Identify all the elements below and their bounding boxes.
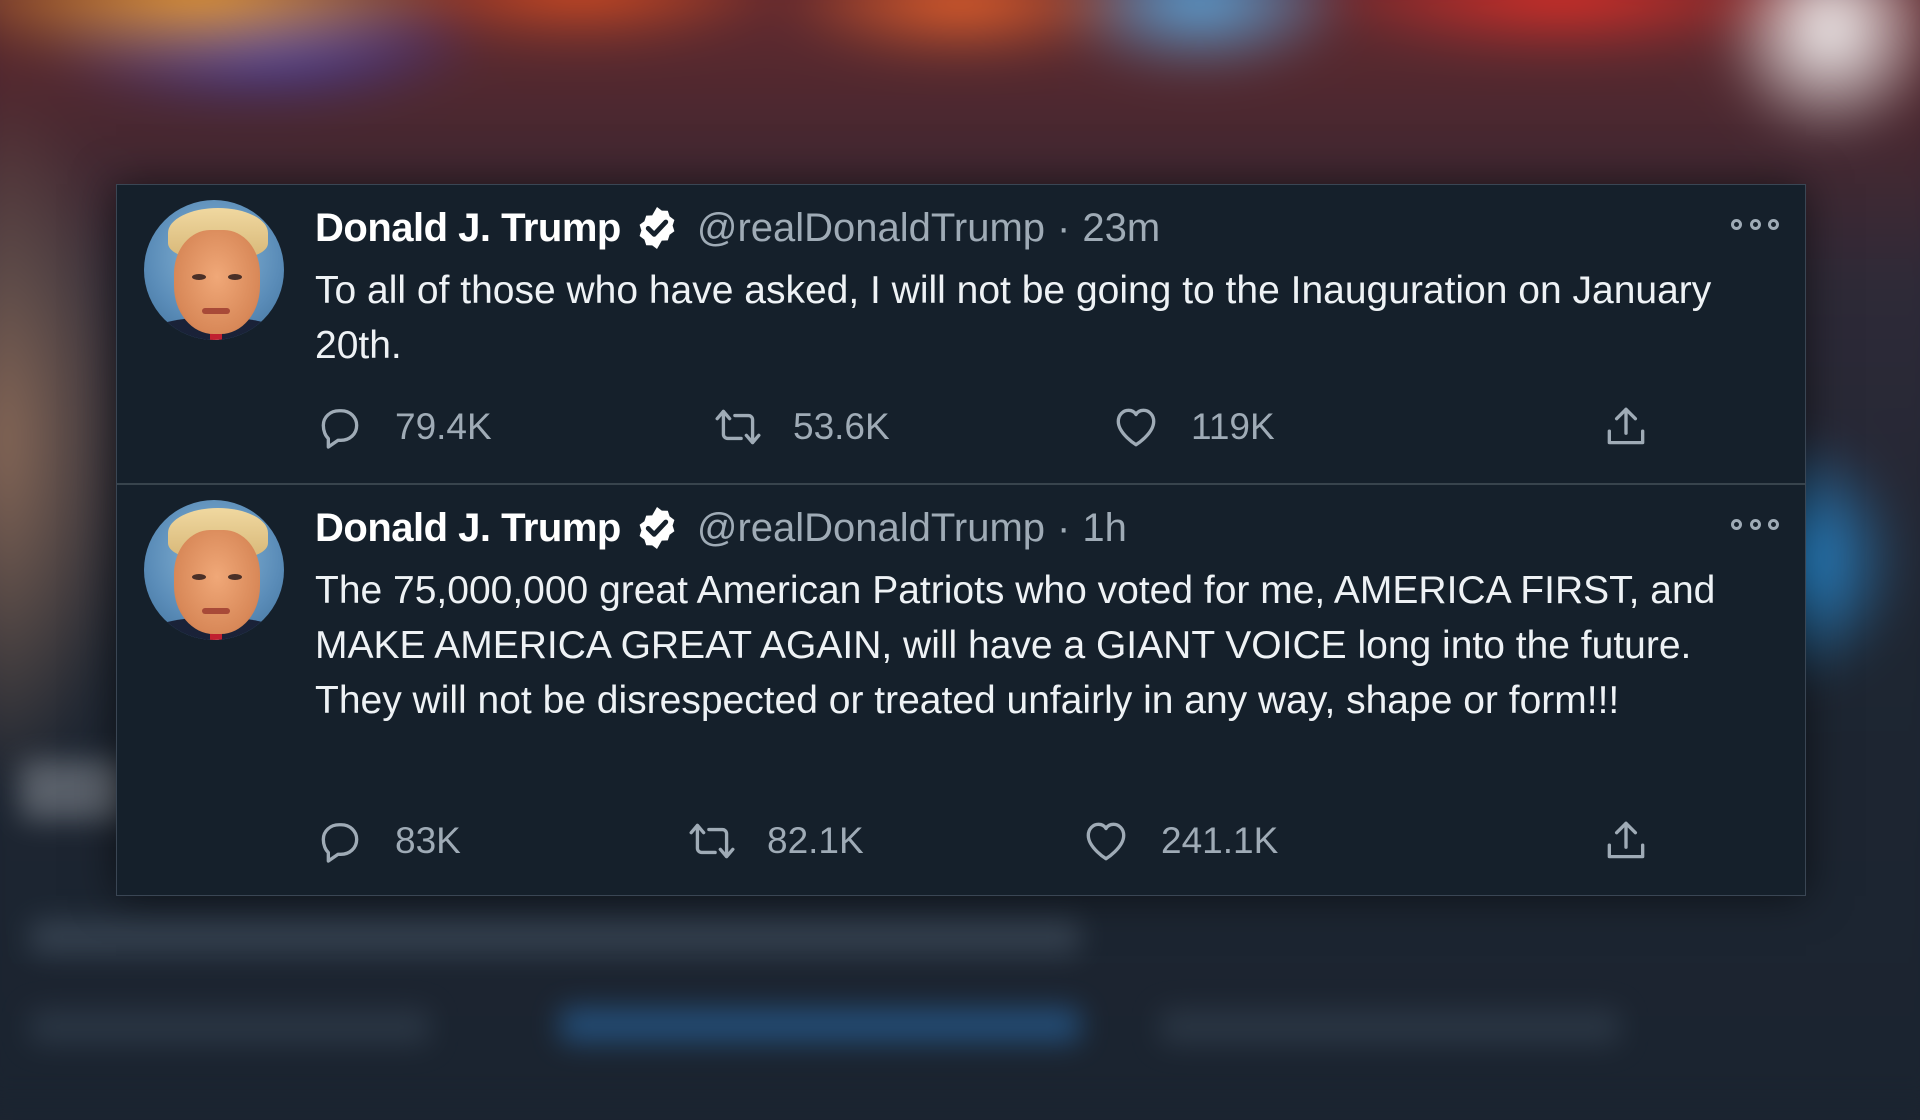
share-button[interactable] xyxy=(1601,813,1651,869)
author-name[interactable]: Donald J. Trump xyxy=(315,506,621,551)
verified-badge-icon xyxy=(633,204,681,252)
avatar[interactable] xyxy=(144,500,284,640)
blurred-background-link xyxy=(560,1008,1080,1042)
tweet-timestamp[interactable]: 23m xyxy=(1082,206,1160,251)
blurred-background-text xyxy=(30,920,1080,954)
share-button[interactable] xyxy=(1601,399,1651,455)
reply-icon xyxy=(321,409,359,449)
heart-icon xyxy=(1086,822,1126,861)
retweet-button[interactable]: 53.6K xyxy=(713,399,890,455)
author-name[interactable]: Donald J. Trump xyxy=(315,206,621,251)
retweet-count: 53.6K xyxy=(793,406,890,447)
more-options-icon[interactable] xyxy=(1731,215,1779,233)
verified-badge-icon xyxy=(633,504,681,552)
retweet-count: 82.1K xyxy=(767,820,864,861)
blurred-background-text xyxy=(1160,1010,1620,1044)
retweet-button[interactable]: 82.1K xyxy=(687,813,864,869)
avatar[interactable] xyxy=(144,200,284,340)
share-icon xyxy=(1607,821,1645,859)
tweet-header: Donald J. Trump @realDonaldTrump · 23m xyxy=(315,203,1160,253)
like-count: 241.1K xyxy=(1161,820,1279,861)
blurred-background-text xyxy=(30,1010,430,1044)
reply-button[interactable]: 79.4K xyxy=(315,399,492,455)
reply-count: 79.4K xyxy=(395,406,492,447)
tweet-actions: 79.4K 53.6K 119K xyxy=(315,399,1645,455)
tweet[interactable]: Donald J. Trump @realDonaldTrump · 1h Th… xyxy=(117,485,1805,895)
tweet[interactable]: Donald J. Trump @realDonaldTrump · 23m T… xyxy=(117,185,1805,485)
author-handle[interactable]: @realDonaldTrump xyxy=(697,206,1045,251)
like-button[interactable]: 241.1K xyxy=(1081,813,1278,869)
more-options-icon[interactable] xyxy=(1731,515,1779,533)
share-icon xyxy=(1607,407,1645,445)
retweet-icon xyxy=(715,409,761,445)
tweet-timestamp[interactable]: 1h xyxy=(1082,506,1127,551)
header-separator: · xyxy=(1057,505,1071,550)
tweet-actions: 83K 82.1K 241.1K xyxy=(315,813,1645,869)
reply-count: 83K xyxy=(395,820,461,861)
tweet-card: Donald J. Trump @realDonaldTrump · 23m T… xyxy=(116,184,1806,896)
tweet-header: Donald J. Trump @realDonaldTrump · 1h xyxy=(315,503,1127,553)
author-handle[interactable]: @realDonaldTrump xyxy=(697,506,1045,551)
tweet-text: The 75,000,000 great American Patriots w… xyxy=(315,569,1716,722)
blurred-background-text xyxy=(20,760,130,820)
like-button[interactable]: 119K xyxy=(1111,399,1275,455)
heart-icon xyxy=(1116,408,1156,447)
reply-button[interactable]: 83K xyxy=(315,813,461,869)
retweet-icon xyxy=(689,823,735,859)
header-separator: · xyxy=(1057,205,1071,250)
like-count: 119K xyxy=(1191,406,1275,447)
reply-icon xyxy=(321,823,359,863)
tweet-text: To all of those who have asked, I will n… xyxy=(315,269,1712,367)
